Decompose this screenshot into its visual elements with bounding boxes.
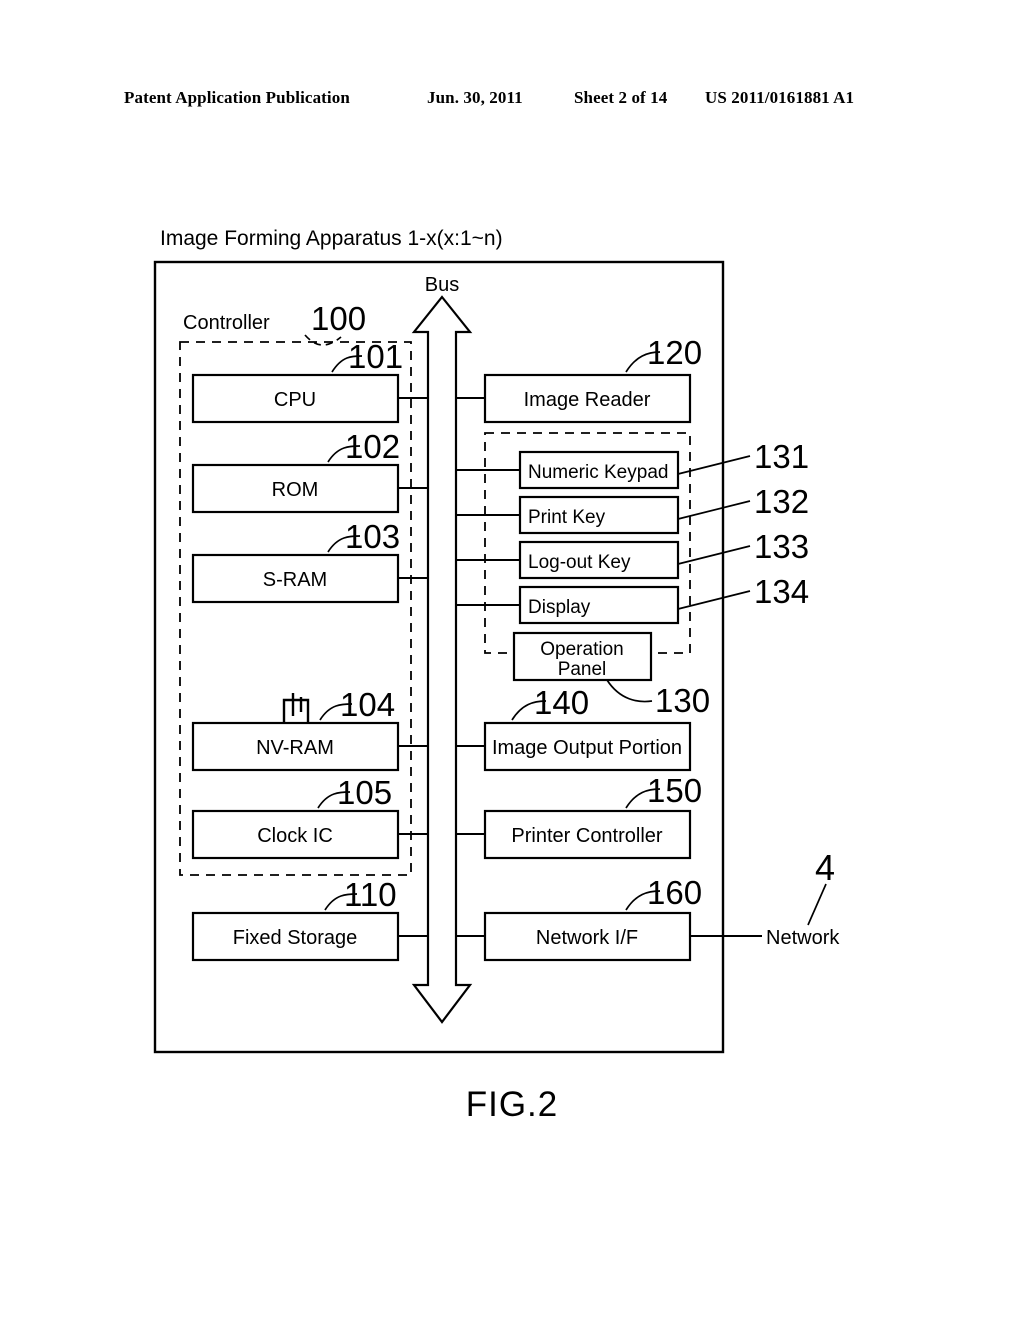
block-printer-controller-label: Printer Controller: [511, 825, 663, 847]
block-image-reader-label: Image Reader: [524, 389, 651, 411]
ref-110: 110: [344, 876, 397, 913]
block-print-key-label: Print Key: [528, 507, 606, 528]
leader-4: [807, 883, 827, 926]
network-label: Network: [766, 927, 840, 949]
ref-130: 130: [655, 682, 710, 719]
patent-figure-page: Patent Application Publication Jun. 30, …: [0, 0, 1024, 1320]
block-nvram-label: NV-RAM: [256, 737, 334, 759]
ref-150: 150: [647, 772, 702, 809]
leader-132: [677, 500, 751, 520]
block-logout-key-label: Log-out Key: [528, 552, 631, 573]
block-display-label: Display: [528, 597, 591, 618]
block-clock-ic-label: Clock IC: [257, 825, 333, 847]
ref-100: 100: [311, 300, 366, 337]
ref-102: 102: [345, 428, 400, 465]
block-numeric-keypad-label: Numeric Keypad: [528, 462, 668, 483]
bus-arrow: [411, 295, 473, 1024]
leader-133: [677, 545, 751, 565]
block-operation-panel-label-line2: Panel: [558, 659, 607, 680]
leader-130: [606, 679, 653, 703]
apparatus-title: Image Forming Apparatus 1-x(x:1~n): [160, 227, 503, 250]
ref-132: 132: [754, 483, 809, 520]
ref-140: 140: [534, 684, 589, 721]
ref-104: 104: [340, 686, 395, 723]
block-image-output-portion-label: Image Output Portion: [492, 737, 682, 759]
ref-131: 131: [754, 438, 809, 475]
block-cpu-label: CPU: [274, 389, 316, 411]
ref-134: 134: [754, 573, 809, 610]
leader-131: [677, 455, 751, 475]
ref-101: 101: [348, 338, 403, 375]
block-sram-label: S-RAM: [263, 569, 327, 591]
ref-105: 105: [337, 774, 392, 811]
leader-134: [677, 590, 751, 610]
bus-label: Bus: [425, 274, 459, 296]
block-fixed-storage-label: Fixed Storage: [233, 927, 358, 949]
block-operation-panel-label-line1: Operation: [540, 639, 623, 660]
controller-label: Controller: [183, 312, 270, 334]
ref-120: 120: [647, 334, 702, 371]
ref-133: 133: [754, 528, 809, 565]
ref-4: 4: [815, 847, 835, 888]
figure-caption: FIG.2: [465, 1085, 559, 1124]
ref-160: 160: [647, 874, 702, 911]
battery-icon: [282, 693, 310, 723]
block-network-if-label: Network I/F: [536, 927, 638, 949]
ref-103: 103: [345, 518, 400, 555]
block-rom-label: ROM: [272, 479, 319, 501]
